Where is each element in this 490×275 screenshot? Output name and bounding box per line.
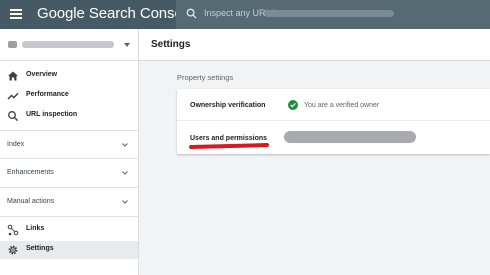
sidebar-item-label: Links	[26, 225, 45, 232]
search-icon	[186, 8, 197, 19]
sidebar-item-overview[interactable]: Overview	[0, 67, 138, 85]
home-icon	[8, 71, 18, 81]
row-label: Ownership verification	[190, 102, 266, 109]
sidebar-item-url-inspection[interactable]: URL inspection	[0, 107, 138, 125]
section-title: Property settings	[177, 73, 234, 82]
settings-row-users-permissions[interactable]: Users and permissions	[177, 122, 490, 154]
property-selector[interactable]	[0, 29, 138, 61]
gear-icon	[8, 245, 18, 255]
sidebar-item-label: Settings	[26, 245, 54, 252]
links-icon	[7, 224, 19, 236]
section-label: Enhancements	[7, 169, 54, 176]
redacted-property-name	[22, 41, 114, 48]
red-annotation-underline	[188, 142, 270, 150]
chevron-down-icon	[124, 43, 130, 47]
sidebar-item-label: Overview	[26, 71, 58, 78]
app-logo[interactable]: Google Search Console	[37, 5, 194, 22]
property-settings-card: Ownership verification You are a verifie…	[177, 89, 490, 154]
url-search-bar[interactable]: Inspect any URL in	[176, 0, 490, 29]
settings-row-ownership[interactable]: Ownership verification You are a verifie…	[177, 89, 490, 121]
section-label: Index	[7, 141, 25, 148]
check-circle-icon	[288, 100, 298, 110]
sidebar-item-links[interactable]: Links	[0, 221, 138, 239]
main-header: Settings	[139, 29, 490, 61]
sidebar-section-enhancements[interactable]: Enhancements	[0, 158, 138, 186]
menu-icon[interactable]	[10, 9, 22, 19]
row-label: Users and permissions	[190, 135, 268, 142]
sidebar-item-label: Performance	[26, 91, 69, 98]
redacted-owners	[284, 131, 416, 143]
trending-up-icon	[7, 92, 19, 100]
sidebar-item-label: URL inspection	[26, 111, 78, 118]
top-bar: Google Search Console Inspect any URL in	[0, 0, 490, 29]
chevron-down-icon	[122, 171, 128, 175]
redacted-property-url	[264, 10, 394, 17]
divider	[0, 216, 138, 217]
sidebar-section-manual-actions[interactable]: Manual actions	[0, 187, 138, 215]
sidebar-item-performance[interactable]: Performance	[0, 87, 138, 105]
chevron-down-icon	[122, 200, 128, 204]
page-title: Settings	[151, 39, 191, 50]
chevron-down-icon	[122, 143, 128, 147]
property-icon	[8, 41, 17, 48]
sidebar: Overview Performance URL inspection Inde…	[0, 29, 139, 275]
sidebar-section-index[interactable]: Index	[0, 130, 138, 158]
sidebar-item-settings[interactable]: Settings	[0, 241, 138, 259]
search-icon	[8, 111, 19, 122]
verification-status: You are a verified owner	[304, 102, 380, 109]
section-label: Manual actions	[7, 198, 55, 205]
